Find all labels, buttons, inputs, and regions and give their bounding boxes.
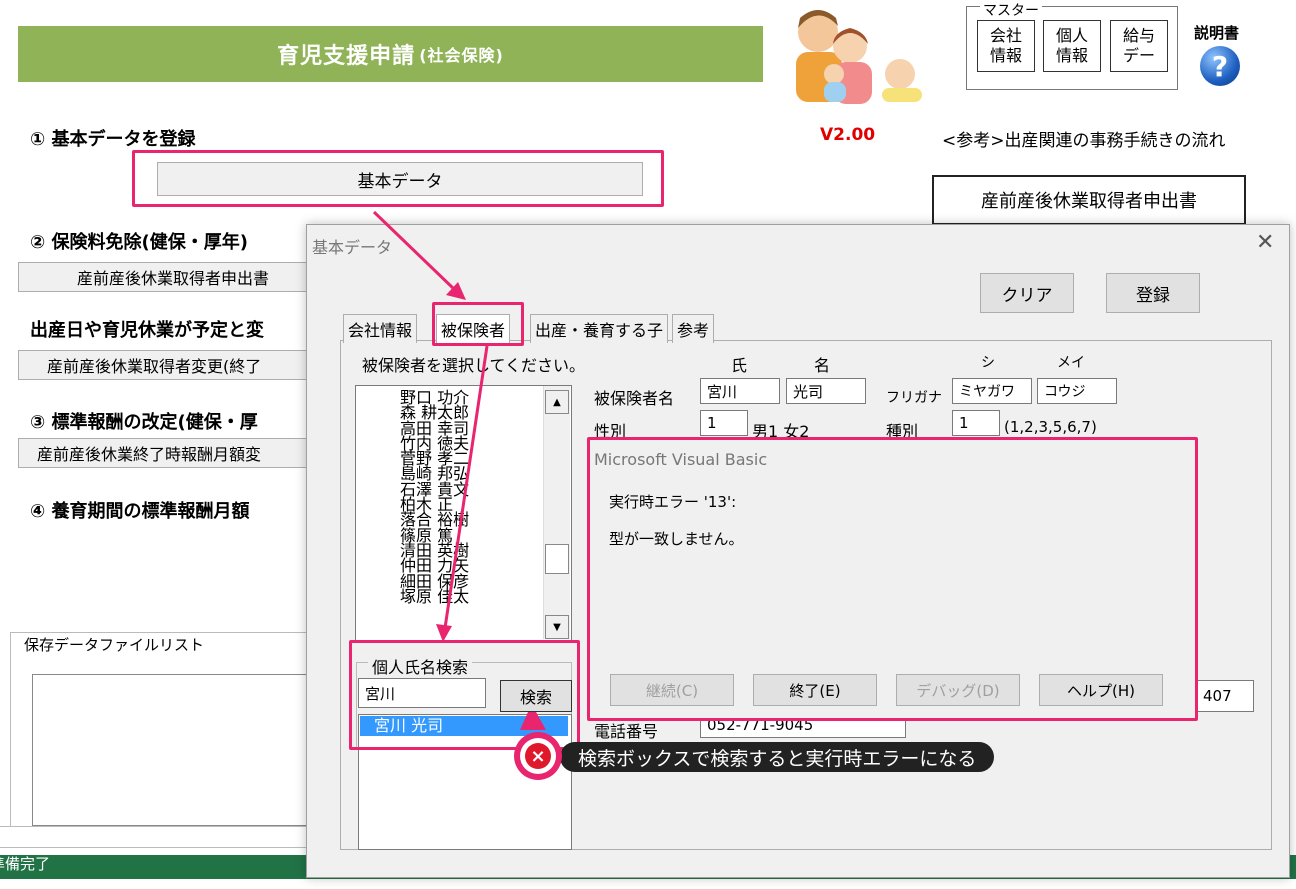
error-icon: × [514, 732, 562, 780]
error-x-icon: × [525, 743, 551, 769]
error-icon-ring: × [520, 738, 556, 774]
callout-pointer [520, 712, 546, 730]
arrow-line-1 [372, 210, 457, 292]
arrow-line-2 [443, 345, 489, 629]
arrow-head-2 [436, 624, 452, 642]
callout-text: 検索ボックスで検索すると実行時エラーになる [578, 747, 977, 770]
error-callout: 検索ボックスで検索すると実行時エラーになる [560, 742, 995, 772]
